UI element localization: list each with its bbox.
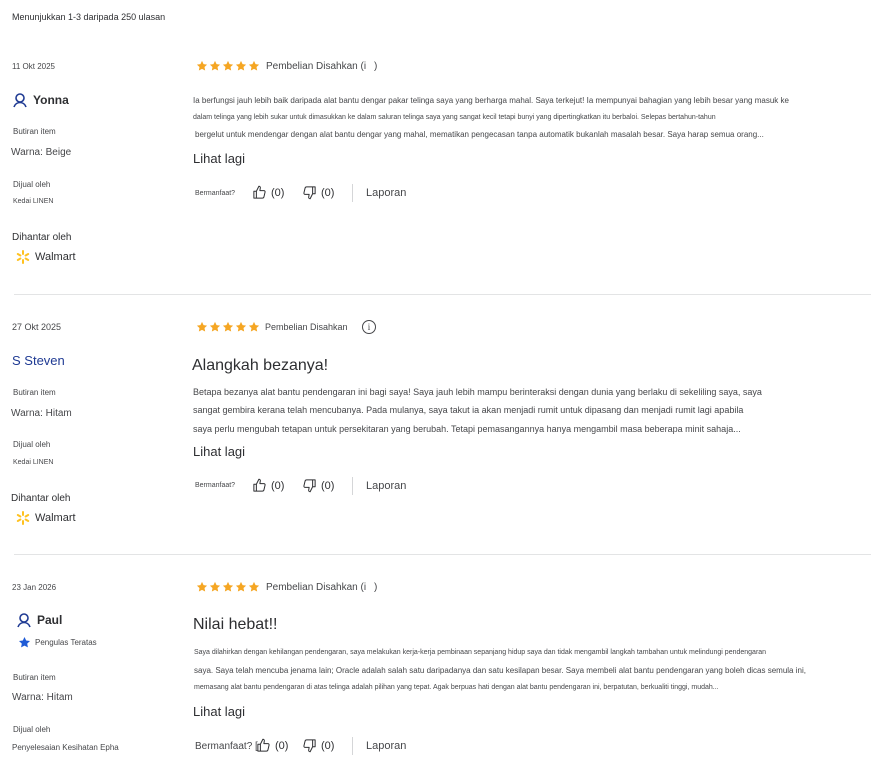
helpful-label: Bermanfaat? [: [195, 741, 258, 752]
top-reviewer-badge: Pengulas Teratas: [18, 636, 97, 649]
reviewer-name: S Steven: [12, 353, 65, 368]
helpful-count: (0): [271, 479, 285, 492]
review-divider: [14, 294, 871, 295]
report-link[interactable]: Laporan: [366, 740, 406, 752]
thumbs-down-icon: [303, 739, 316, 753]
helpful-label: Bermanfaat?: [195, 482, 236, 489]
review-card: 23 Jan 2026 Paul Pengulas Teratas Butira…: [0, 0, 871, 755]
review-body-line: sangat gembira kerana telah mencubanya. …: [193, 405, 744, 415]
star-icon: [248, 581, 260, 592]
star-icon: [196, 581, 208, 592]
review-body-line: Betapa bezanya alat bantu pendengaran in…: [193, 387, 762, 397]
star-rating: [196, 581, 260, 593]
verified-tail: ): [374, 582, 378, 593]
variant-value: Warna: Hitam: [11, 408, 72, 419]
user-icon: [17, 613, 31, 628]
review-body-line: Saya dilahirkan dengan kehilangan penden…: [194, 649, 767, 656]
variant-value: Warna: Hitam: [12, 692, 73, 703]
helpful-button[interactable]: (0): [252, 478, 284, 493]
vote-divider: [352, 737, 353, 755]
seller-name[interactable]: Penyelesaian Kesihatan Epha: [12, 743, 119, 752]
delivery-name: Walmart: [35, 512, 76, 524]
star-icon: [235, 321, 247, 332]
star-icon: [222, 321, 234, 332]
vote-divider: [352, 477, 353, 495]
item-details-label: Butiran item: [13, 388, 56, 397]
review-title: Nilai hebat!!: [193, 616, 278, 633]
star-icon: [248, 321, 260, 332]
thumbs-down-icon: [303, 479, 316, 493]
info-icon[interactable]: i: [362, 320, 376, 334]
walmart-spark-icon: [16, 511, 30, 525]
sold-by-label: Dijual oleh: [13, 725, 51, 734]
star-rating: [196, 321, 260, 333]
unhelpful-count: (0): [321, 739, 335, 752]
verified-purchase: Pembelian Disahkan (i: [266, 582, 367, 593]
helpful-count: (0): [275, 739, 289, 752]
seller-name[interactable]: Kedai LINEN: [13, 459, 53, 466]
thumbs-up-icon: [253, 478, 266, 492]
verified-purchase: Pembelian Disahkan: [265, 322, 348, 332]
review-body-line: memasang alat bantu pendengaran di atas …: [194, 684, 719, 691]
unhelpful-button[interactable]: (0): [302, 478, 334, 493]
badge-label: Pengulas Teratas: [35, 638, 97, 647]
delivered-by-label: Dihantar oleh: [11, 493, 71, 504]
review-divider: [14, 554, 871, 555]
see-more-link[interactable]: Lihat lagi: [193, 444, 245, 459]
review-date: 23 Jan 2026: [12, 583, 57, 592]
star-icon: [196, 321, 208, 332]
see-more-link[interactable]: Lihat lagi: [193, 704, 245, 719]
reviewer-name: Paul: [37, 613, 63, 627]
reviewer: S Steven: [12, 353, 65, 368]
review-date: 27 Okt 2025: [12, 322, 62, 332]
star-icon: [235, 581, 247, 592]
badge-star-icon: [18, 636, 31, 648]
delivery-provider: Walmart: [16, 511, 76, 525]
star-icon: [222, 581, 234, 592]
unhelpful-button[interactable]: (0): [302, 738, 334, 753]
review-title: Alangkah bezanya!: [192, 357, 329, 374]
review-body-line: saya perlu mengubah tetapan untuk persek…: [193, 424, 741, 434]
thumbs-up-icon: [257, 738, 270, 752]
sold-by-label: Dijual oleh: [13, 440, 51, 449]
item-details-label: Butiran item: [13, 673, 56, 682]
helpful-button[interactable]: (0): [256, 738, 288, 753]
review-body-line: saya. Saya telah mencuba jenama lain; Or…: [194, 666, 806, 675]
star-icon: [209, 581, 221, 592]
star-icon: [209, 321, 221, 332]
report-link[interactable]: Laporan: [366, 480, 406, 492]
unhelpful-count: (0): [321, 479, 335, 492]
reviewer: Paul: [16, 612, 62, 628]
